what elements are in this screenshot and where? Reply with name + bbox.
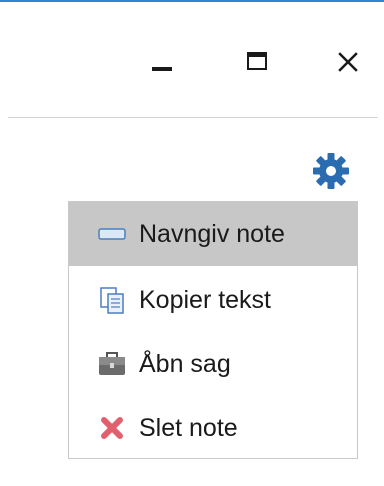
maximize-icon bbox=[247, 52, 267, 70]
close-icon bbox=[338, 52, 358, 72]
menu-item-label: Slet note bbox=[139, 413, 238, 442]
minimize-icon bbox=[152, 67, 172, 71]
menu-item-delete-note[interactable]: Slet note bbox=[69, 396, 357, 460]
copy-icon bbox=[97, 285, 127, 315]
rename-icon bbox=[97, 219, 127, 249]
maximize-button[interactable] bbox=[225, 36, 289, 86]
gear-icon bbox=[313, 153, 349, 189]
app-window: Navngiv note Kopier tekst Åbn sag Slet n… bbox=[0, 0, 384, 486]
briefcase-icon bbox=[97, 349, 127, 379]
menu-item-open-case[interactable]: Åbn sag bbox=[69, 332, 357, 396]
window-controls bbox=[130, 36, 384, 86]
context-menu: Navngiv note Kopier tekst Åbn sag Slet n… bbox=[68, 201, 358, 459]
settings-button[interactable] bbox=[308, 148, 354, 194]
menu-item-copy-text[interactable]: Kopier tekst bbox=[69, 268, 357, 332]
header-divider bbox=[8, 117, 378, 118]
menu-item-label: Åbn sag bbox=[139, 349, 231, 378]
menu-item-rename-note[interactable]: Navngiv note bbox=[69, 202, 357, 266]
minimize-button[interactable] bbox=[130, 36, 194, 86]
delete-x-icon bbox=[97, 413, 127, 443]
window-accent-bar bbox=[0, 0, 384, 2]
menu-item-label: Navngiv note bbox=[139, 219, 285, 248]
close-button[interactable] bbox=[316, 36, 380, 86]
menu-item-label: Kopier tekst bbox=[139, 285, 272, 314]
